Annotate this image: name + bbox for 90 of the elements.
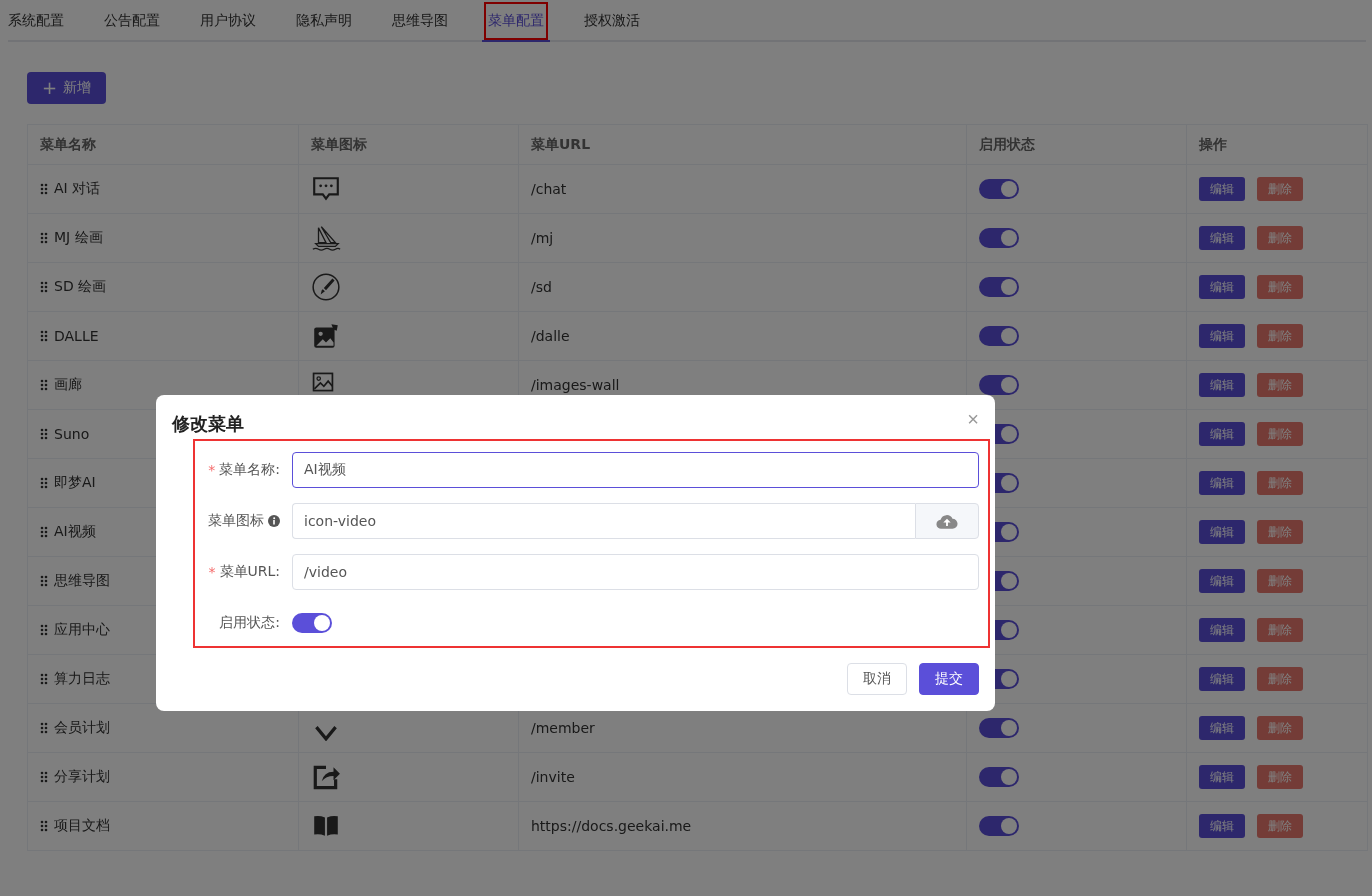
edit-button[interactable]: 编辑 <box>1199 422 1245 446</box>
drag-handle-icon[interactable] <box>40 281 48 293</box>
edit-button[interactable]: 编辑 <box>1199 520 1245 544</box>
edit-button[interactable]: 编辑 <box>1199 226 1245 250</box>
menu-name: MJ 绘画 <box>54 229 103 247</box>
edit-button[interactable]: 编辑 <box>1199 324 1245 348</box>
column-header: 菜单名称 <box>39 134 97 154</box>
drag-handle-icon[interactable] <box>40 820 48 832</box>
edit-button[interactable]: 编辑 <box>1199 177 1245 201</box>
menu-name: 分享计划 <box>54 768 110 786</box>
menu-name: 会员计划 <box>54 719 110 737</box>
column-header: 启用状态 <box>966 125 1186 164</box>
enable-switch[interactable] <box>979 718 1019 738</box>
menu-name: Suno <box>54 426 90 442</box>
edit-button[interactable]: 编辑 <box>1199 471 1245 495</box>
drag-handle-icon[interactable] <box>40 624 48 636</box>
drag-handle-icon[interactable] <box>40 232 48 244</box>
image-sparkle-icon <box>311 321 341 351</box>
menu-url: /invite <box>531 769 575 785</box>
column-header: 菜单URL <box>518 125 966 164</box>
drag-handle-icon[interactable] <box>40 526 48 538</box>
enable-switch[interactable] <box>979 179 1019 199</box>
drag-handle-icon[interactable] <box>40 673 48 685</box>
menu-url: /mj <box>531 230 554 246</box>
cloud-upload-icon <box>936 512 958 530</box>
enable-switch[interactable] <box>979 326 1019 346</box>
input-field[interactable]: AI视频 <box>292 452 979 488</box>
tab[interactable]: 菜单配置 <box>482 0 550 42</box>
tab[interactable]: 系统配置 <box>8 0 64 42</box>
drag-handle-icon[interactable] <box>40 428 48 440</box>
enable-switch[interactable] <box>979 767 1019 787</box>
column-header: 操作 <box>1186 125 1367 164</box>
edit-button[interactable]: 编辑 <box>1199 814 1245 838</box>
enable-switch[interactable] <box>979 228 1019 248</box>
edit-button[interactable]: 编辑 <box>1199 765 1245 789</box>
enable-switch[interactable] <box>979 816 1019 836</box>
required-asterisk: * <box>208 462 216 478</box>
input-field[interactable]: icon-video <box>292 503 915 539</box>
menu-name: DALLE <box>54 328 99 344</box>
menu-url: /member <box>531 720 595 736</box>
drag-handle-icon[interactable] <box>40 477 48 489</box>
field-label: 启用状态: <box>219 614 280 632</box>
menu-name: AI视频 <box>54 523 96 541</box>
tab[interactable]: 用户协议 <box>200 0 256 42</box>
drag-handle-icon[interactable] <box>40 575 48 587</box>
menu-name: 算力日志 <box>54 670 110 688</box>
menu-name: AI 对话 <box>54 180 101 198</box>
required-asterisk: * <box>208 564 216 580</box>
image-icon <box>311 370 335 394</box>
menu-url: /dalle <box>531 328 570 344</box>
drag-handle-icon[interactable] <box>40 330 48 342</box>
field-label: 菜单URL: <box>219 563 280 581</box>
drag-handle-icon[interactable] <box>40 722 48 734</box>
field-label: 菜单名称: <box>219 461 280 479</box>
drag-handle-icon[interactable] <box>40 379 48 391</box>
tab[interactable]: 公告配置 <box>104 0 160 42</box>
enable-switch[interactable] <box>979 375 1019 395</box>
drag-handle-icon[interactable] <box>40 771 48 783</box>
menu-url: /sd <box>531 279 552 295</box>
input-field[interactable]: /video <box>292 554 979 590</box>
close-button[interactable]: × <box>967 407 979 431</box>
edit-button[interactable]: 编辑 <box>1199 667 1245 691</box>
brush-circle-icon <box>311 272 341 302</box>
edit-button[interactable]: 编辑 <box>1199 373 1245 397</box>
submit-button[interactable]: 提交 <box>919 663 979 695</box>
enable-switch[interactable] <box>979 277 1019 297</box>
info-icon <box>268 515 280 527</box>
tab[interactable]: 隐私声明 <box>296 0 352 42</box>
edit-button[interactable]: 编辑 <box>1199 716 1245 740</box>
edit-button[interactable]: 编辑 <box>1199 569 1245 593</box>
field-label: 菜单图标 <box>208 512 264 530</box>
menu-url: https://docs.geekai.me <box>531 818 692 834</box>
tab[interactable]: 思维导图 <box>392 0 448 42</box>
menu-name: 应用中心 <box>54 621 110 639</box>
menu-name: 项目文档 <box>54 817 110 835</box>
enable-switch[interactable] <box>292 613 332 633</box>
menu-name: 即梦AI <box>54 474 96 492</box>
add-button[interactable]: + 新增 <box>27 72 107 104</box>
column-header: 菜单图标 <box>298 125 518 164</box>
menu-name: 画廊 <box>54 376 82 394</box>
edit-button[interactable]: 编辑 <box>1199 618 1245 642</box>
dialog-title: 修改菜单 <box>172 412 244 436</box>
drag-handle-icon[interactable] <box>40 183 48 195</box>
menu-url: /chat <box>531 181 567 197</box>
cancel-button[interactable]: 取消 <box>847 663 907 695</box>
tab[interactable]: 授权激活 <box>584 0 640 42</box>
edit-button[interactable]: 编辑 <box>1199 275 1245 299</box>
menu-url: /images-wall <box>531 377 620 393</box>
menu-name: 思维导图 <box>54 572 110 590</box>
menu-name: SD 绘画 <box>54 278 107 296</box>
